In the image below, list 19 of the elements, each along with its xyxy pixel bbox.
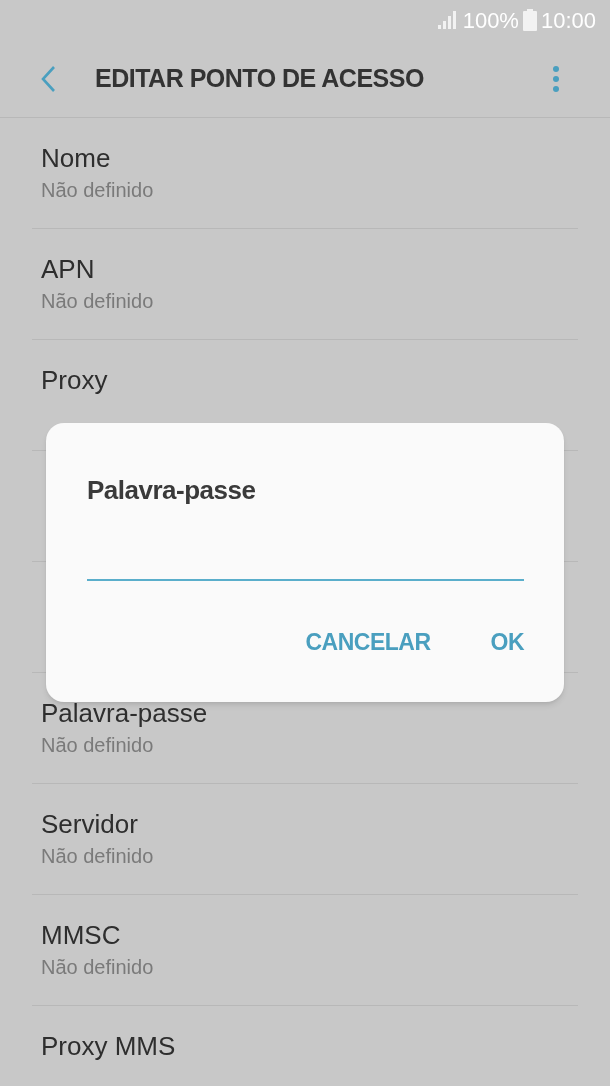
more-options-icon[interactable] <box>552 64 560 93</box>
setting-value: Não definido <box>41 733 154 758</box>
setting-value: Não definido <box>41 289 154 314</box>
dialog-button[interactable]: OK <box>490 625 524 660</box>
setting-title: Nome <box>41 142 111 174</box>
setting-title: Proxy <box>41 364 108 396</box>
setting-value: Não definido <box>41 844 154 869</box>
setting-title: Palavra-passe <box>41 697 208 729</box>
setting-value: Não definido <box>41 178 154 203</box>
setting-title: Servidor <box>41 808 138 840</box>
setting-title: MMSC <box>41 919 121 951</box>
screen-title: EDITAR PONTO DE ACESSO <box>95 62 424 94</box>
battery-icon <box>522 9 537 31</box>
setting-value: Não definido <box>41 955 154 980</box>
dialog-title: Palavra-passe <box>87 474 256 507</box>
setting-title: APN <box>41 253 95 285</box>
setting-title: Proxy MMS <box>41 1030 176 1062</box>
dialog-button[interactable]: CANCELAR <box>305 625 431 660</box>
signal-icon <box>436 11 459 29</box>
